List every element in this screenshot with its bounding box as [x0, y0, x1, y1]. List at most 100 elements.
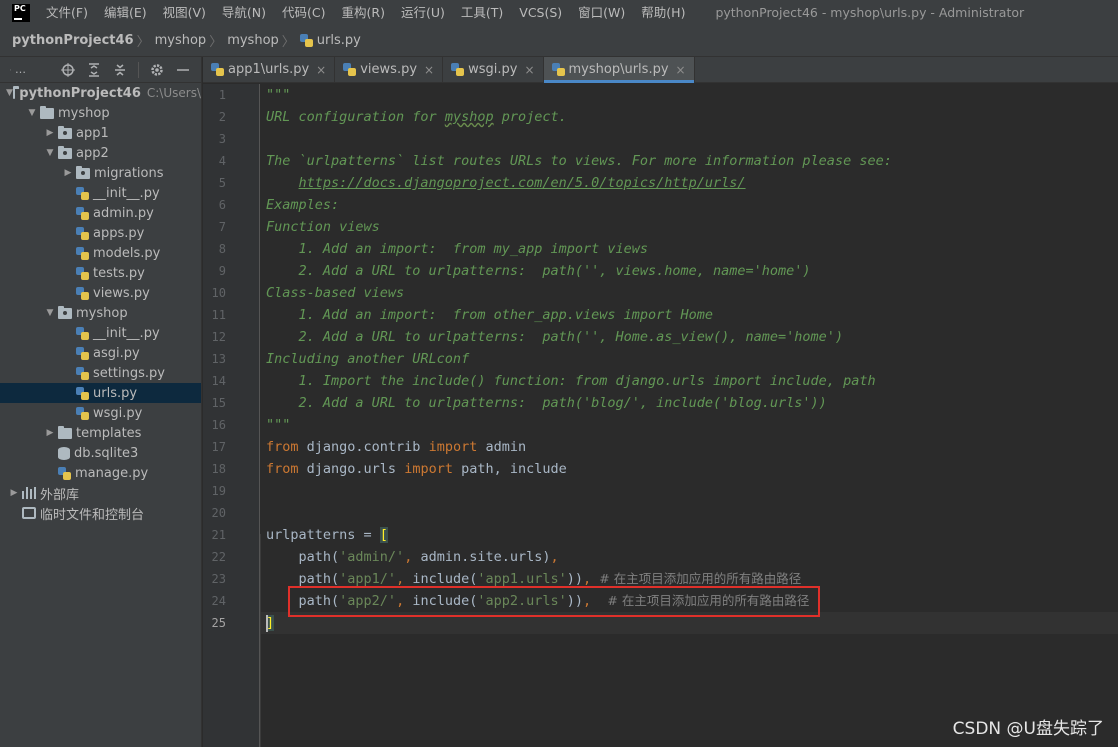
line-number: 6 — [218, 198, 226, 212]
breadcrumb-file[interactable]: urls.py — [299, 33, 361, 48]
tree-item[interactable]: asgi.py — [0, 343, 201, 363]
editor-tab[interactable]: myshop\urls.py × — [543, 57, 695, 83]
menu-item[interactable]: 运行(U) — [393, 0, 453, 25]
menu-item[interactable]: 工具(T) — [453, 0, 511, 25]
tree-item[interactable]: admin.py — [0, 203, 201, 223]
code-token: django.contrib — [298, 439, 429, 455]
code-line[interactable]: Including another URLconf — [266, 348, 469, 370]
code-token: 'app1/' — [339, 571, 397, 587]
minimize-icon[interactable] — [175, 62, 191, 78]
tree-item[interactable]: models.py — [0, 243, 201, 263]
code-line[interactable]: path('admin/', admin.site.urls), — [266, 546, 559, 568]
code-line[interactable]: 1. Import the include() function: from d… — [266, 370, 876, 392]
code-line[interactable]: https://docs.djangoproject.com/en/5.0/to… — [266, 172, 746, 194]
chevron-right-icon[interactable]: ▶ — [60, 168, 76, 178]
tree-item[interactable]: views.py — [0, 283, 201, 303]
code-line[interactable]: 2. Add a URL to urlpatterns: path('', Ho… — [266, 326, 844, 348]
tree-item[interactable]: urls.py — [0, 383, 201, 403]
tree-item[interactable]: __init__.py — [0, 323, 201, 343]
chevron-down-icon[interactable]: ▼ — [6, 88, 13, 98]
tree-item[interactable]: ▶ templates — [0, 423, 201, 443]
tree-item[interactable]: 临时文件和控制台 — [0, 503, 201, 523]
code-line[interactable]: Function views — [266, 216, 380, 238]
tab-label: myshop\urls.py — [568, 62, 669, 77]
code-line[interactable]: """ — [266, 84, 290, 106]
chevron-down-icon[interactable]: ▼ — [24, 108, 40, 118]
editor-tab[interactable]: views.py × — [335, 57, 444, 82]
code-line[interactable]: The `urlpatterns` list routes URLs to vi… — [266, 150, 892, 172]
tree-item[interactable]: wsgi.py — [0, 403, 201, 423]
code-token: 'admin/' — [339, 549, 405, 565]
collapse-all-icon[interactable] — [112, 62, 128, 78]
code-line[interactable]: URL configuration for myshop project. — [266, 106, 567, 128]
tree-item[interactable]: ▶ 外部库 — [0, 483, 201, 503]
tree-item[interactable]: apps.py — [0, 223, 201, 243]
code-line[interactable]: """ — [266, 414, 290, 436]
menu-item[interactable]: 导航(N) — [214, 0, 274, 25]
tree-item-label: app1 — [76, 125, 109, 141]
breadcrumb-myshop[interactable]: myshop — [155, 33, 207, 48]
code-line[interactable]: 2. Add a URL to urlpatterns: path('', vi… — [266, 260, 811, 282]
menu-item[interactable]: VCS(S) — [511, 0, 570, 25]
chevron-right-icon[interactable]: ▶ — [6, 488, 22, 498]
code-token: from — [266, 461, 299, 477]
tree-item-label: templates — [76, 425, 142, 441]
code-line[interactable]: urlpatterns = [ — [266, 524, 388, 546]
code-editor[interactable]: 1 2 3 4 5 6 7 8 9 10 11 12 13 14 15 16 17 18 19 20 21 22 23 24 2… — [203, 84, 1118, 747]
menu-item[interactable]: 窗口(W) — [570, 0, 633, 25]
tree-item[interactable]: db.sqlite3 — [0, 443, 201, 463]
python-file-icon — [76, 266, 89, 280]
menu-item[interactable]: 帮助(H) — [633, 0, 693, 25]
code-line[interactable]: 1. Add an import: from other_app.views i… — [266, 304, 714, 326]
code-line[interactable]: 2. Add a URL to urlpatterns: path('blog/… — [266, 392, 827, 414]
tree-item[interactable]: ▼ pythonProject46 C:\Users\ — [0, 83, 201, 103]
folder-icon — [12, 85, 20, 99]
tree-item-label: migrations — [94, 165, 164, 181]
line-number: 9 — [218, 264, 226, 278]
tree-item[interactable]: ▼ myshop — [0, 103, 201, 123]
tree-item[interactable]: ▶ app1 — [0, 123, 201, 143]
indent-guide — [260, 534, 261, 747]
tree-item[interactable]: settings.py — [0, 363, 201, 383]
code-token: Class-based views — [266, 285, 405, 301]
breadcrumb-myshop-package[interactable]: myshop — [227, 33, 279, 48]
code-line[interactable]: 1. Add an import: from my_app import vie… — [266, 238, 649, 260]
target-icon[interactable] — [60, 62, 76, 78]
menu-item[interactable]: 编辑(E) — [96, 0, 155, 25]
editor-tab[interactable]: app1\urls.py × — [203, 57, 336, 82]
tree-item[interactable]: __init__.py — [0, 183, 201, 203]
tree-item[interactable]: ▼ app2 — [0, 143, 201, 163]
code-line[interactable]: Examples: — [266, 194, 339, 216]
menu-item[interactable]: 重构(R) — [334, 0, 393, 25]
code-token: import — [428, 439, 478, 455]
chevron-down-icon[interactable]: ▼ — [42, 148, 58, 158]
expand-all-icon[interactable] — [86, 62, 102, 78]
package-folder-icon — [58, 125, 72, 139]
breadcrumb-project[interactable]: pythonProject46 — [12, 33, 134, 48]
chevron-right-icon[interactable]: ▶ — [42, 128, 58, 138]
code-line[interactable]: from django.urls import path, include — [266, 458, 567, 480]
close-icon[interactable]: × — [524, 63, 534, 77]
tree-item[interactable]: manage.py — [0, 463, 201, 483]
close-icon[interactable]: × — [676, 63, 686, 77]
tree-item[interactable]: ▼ myshop — [0, 303, 201, 323]
menu-item[interactable]: 代码(C) — [274, 0, 333, 25]
code-line[interactable]: from django.contrib import admin — [266, 436, 526, 458]
gear-icon[interactable] — [149, 62, 165, 78]
tree-item-label: urls.py — [93, 385, 138, 401]
code-token: 'app1.urls' — [477, 571, 567, 587]
tree-item[interactable]: ▶ migrations — [0, 163, 201, 183]
code-token: Function views — [266, 219, 380, 235]
chevron-down-icon[interactable]: ▼ — [42, 308, 58, 318]
menu-item[interactable]: 视图(V) — [155, 0, 214, 25]
line-number: 16 — [211, 418, 226, 432]
menu-item[interactable]: 文件(F) — [38, 0, 96, 25]
chevron-right-icon[interactable]: ▶ — [42, 428, 58, 438]
python-file-icon — [76, 386, 89, 400]
editor-tab[interactable]: wsgi.py × — [443, 57, 544, 82]
tree-item[interactable]: tests.py — [0, 263, 201, 283]
close-icon[interactable]: × — [316, 63, 326, 77]
close-icon[interactable]: × — [424, 63, 434, 77]
code-line[interactable]: Class-based views — [266, 282, 404, 304]
project-icon[interactable]: … — [10, 62, 26, 78]
